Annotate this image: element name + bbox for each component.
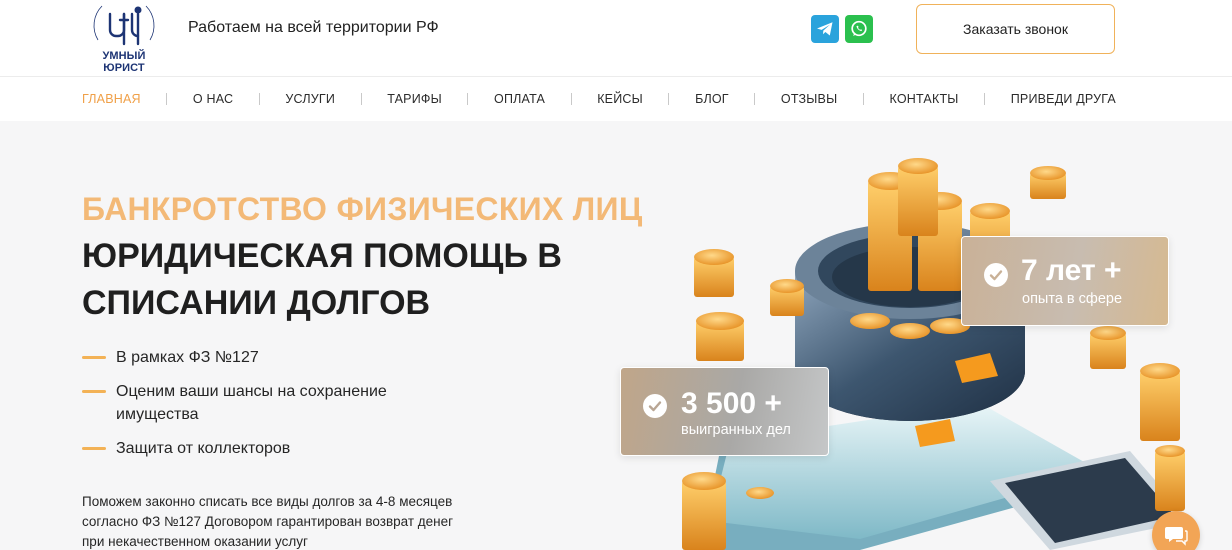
hero-description: Поможем законно списать все виды долгов … [82,494,454,549]
nav-divider [360,93,362,105]
chat-icon [1165,527,1188,546]
nav-item-blog[interactable]: БЛОГ [695,92,729,106]
dash-marker [82,390,106,393]
stat-value: 7 лет + [1021,254,1122,287]
region-text: Работаем на всей территории РФ [188,19,439,36]
order-call-button[interactable]: Заказать звонок [916,4,1115,54]
nav-divider [984,93,986,105]
hero-illustration: 7 лет + опыта в сфере 3 500 + выигранных… [610,121,1232,550]
nav-divider [668,93,670,105]
nav-divider [754,93,756,105]
list-item: В рамках ФЗ №127 [82,346,442,369]
check-icon [643,394,667,418]
nav-list: ГЛАВНАЯ О НАС УСЛУГИ ТАРИФЫ ОПЛАТА КЕЙСЫ… [82,77,1116,121]
nav-item-reviews[interactable]: ОТЗЫВЫ [781,92,837,106]
stat-badge-experience: 7 лет + опыта в сфере [961,236,1169,326]
nav-item-tariffs[interactable]: ТАРИФЫ [387,92,442,106]
check-icon [984,263,1008,287]
hero-kicker: БАНКРОТСТВО ФИЗИЧЕСКИХ ЛИЦ [82,191,643,227]
hero-headline: ЮРИДИЧЕСКАЯ ПОМОЩЬ В СПИСАНИИ ДОЛГОВ [82,237,562,322]
nav-item-cases[interactable]: КЕЙСЫ [597,92,643,106]
stat-badge-cases-won: 3 500 + выигранных дел [620,367,829,456]
telegram-icon[interactable] [811,15,839,43]
stat-value: 3 500 + [681,387,782,420]
nav-item-payment[interactable]: ОПЛАТА [494,92,545,106]
stat-label: выигранных дел [681,422,791,438]
nav-item-refer-friend[interactable]: ПРИВЕДИ ДРУГА [1011,92,1116,106]
nav-item-contacts[interactable]: КОНТАКТЫ [890,92,959,106]
logo[interactable]: УМНЫЙ ЮРИСТ [82,0,166,74]
coins-safe-illustration [682,158,1190,550]
nav-divider [570,93,572,105]
nav-divider [166,93,168,105]
nav-item-home[interactable]: ГЛАВНАЯ [82,92,141,106]
nav-divider [862,93,864,105]
list-item: Оценим ваши шансы на сохранение имуществ… [82,380,442,426]
dash-marker [82,356,106,359]
main-nav: ГЛАВНАЯ О НАС УСЛУГИ ТАРИФЫ ОПЛАТА КЕЙСЫ… [0,77,1232,121]
top-header: УМНЫЙ ЮРИСТ Работаем на всей территории … [0,0,1232,77]
whatsapp-icon[interactable] [845,15,873,43]
logo-text: УМНЫЙ ЮРИСТ [102,50,146,74]
bullet-text: Защита от коллекторов [116,440,291,457]
bullet-text: В рамках ФЗ №127 [116,349,259,366]
bullet-text: Оценим ваши шансы на сохранение имуществ… [116,383,387,423]
nav-item-services[interactable]: УСЛУГИ [285,92,335,106]
hero-bullets: В рамках ФЗ №127 Оценим ваши шансы на со… [82,346,442,471]
dash-marker [82,447,106,450]
logo-emblem [93,5,155,46]
nav-divider [258,93,260,105]
list-item: Защита от коллекторов [82,437,442,460]
nav-divider [467,93,469,105]
nav-item-about[interactable]: О НАС [193,92,233,106]
stat-label: опыта в сфере [1022,291,1123,307]
hero-section: БАНКРОТСТВО ФИЗИЧЕСКИХ ЛИЦ ЮРИДИЧЕСКАЯ П… [0,121,1232,550]
